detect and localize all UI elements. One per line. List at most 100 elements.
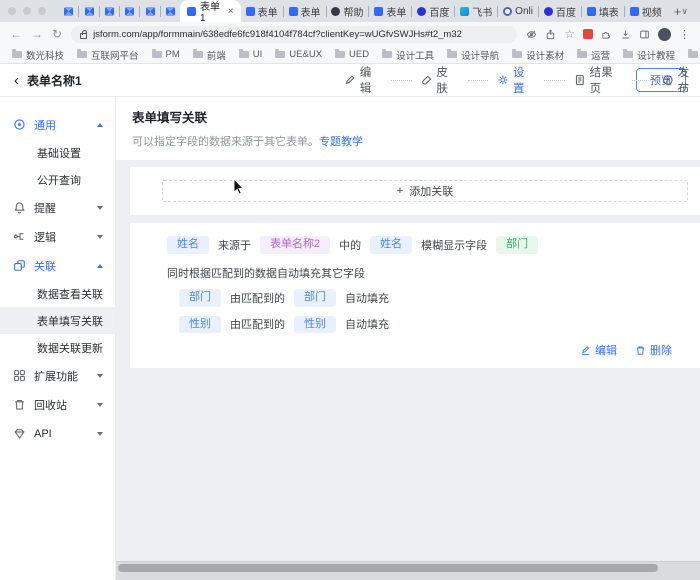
bookmark-item[interactable]: 设计素材 xyxy=(512,48,564,62)
active-tab[interactable]: 表单1 × xyxy=(180,0,241,22)
tab[interactable]: Onli xyxy=(498,0,538,22)
bookmark-item[interactable]: PM xyxy=(152,49,180,60)
sidebar-item-api[interactable]: API xyxy=(0,419,115,448)
bookmark-item[interactable]: 设计导航 xyxy=(447,48,499,62)
puzzle-extensions-icon[interactable] xyxy=(601,29,612,40)
pinned-tab[interactable] xyxy=(161,0,180,22)
bookmark-item[interactable]: 数光科技 xyxy=(12,48,64,62)
lock-icon xyxy=(80,33,87,39)
tab-favicon-icon xyxy=(331,7,340,16)
bookmark-label: UI xyxy=(253,49,263,60)
nav-settings[interactable]: 设置 xyxy=(497,64,535,96)
profile-avatar[interactable] xyxy=(658,28,671,41)
bookmark-item[interactable]: 互联网平台 xyxy=(77,48,139,62)
tab[interactable]: 表单 xyxy=(284,0,326,22)
pinned-tab[interactable] xyxy=(140,0,159,22)
bookmark-star-icon[interactable]: ☆ xyxy=(564,28,575,40)
tab[interactable]: 表单 xyxy=(369,0,411,22)
bookmark-item[interactable]: 运营 xyxy=(577,48,610,62)
tab[interactable]: 百度 xyxy=(539,0,581,22)
download-icon[interactable] xyxy=(620,29,631,40)
folder-icon xyxy=(577,51,587,58)
browser-menu-icon[interactable]: ⋮ xyxy=(679,28,690,41)
collapse-icon xyxy=(97,123,103,127)
bookmark-item[interactable]: 前端 xyxy=(193,48,226,62)
field-pill: 姓名 xyxy=(370,236,412,254)
side-panel-icon[interactable] xyxy=(639,29,650,40)
main-header: 表单填写关联 可以指定字段的数据来源于其它表单。专题教学 xyxy=(116,97,700,160)
bookmark-item[interactable]: 设计教程 xyxy=(623,48,675,62)
tab[interactable]: 百度 xyxy=(412,0,454,22)
tutorial-link[interactable]: 专题教学 xyxy=(319,136,363,148)
sidebar-item-reminder[interactable]: 提醒 xyxy=(0,193,115,222)
pinned-tab[interactable] xyxy=(100,0,119,22)
nav-label: 结果页 xyxy=(590,64,624,96)
address-bar[interactable]: jsform.com/app/formmain/638edfe6fc918f41… xyxy=(71,26,517,43)
add-relation-button[interactable]: + 添加关联 xyxy=(162,180,688,202)
sidebar-item-basic-settings[interactable]: 基础设置 xyxy=(0,139,115,166)
sidebar-item-data-view-relation[interactable]: 数据查看关联 xyxy=(0,280,115,307)
bookmark-item[interactable]: UE&UX xyxy=(275,49,322,60)
window-minimize-icon[interactable] xyxy=(23,7,31,15)
tab[interactable]: 飞书 xyxy=(455,0,497,22)
tab[interactable]: 填表 xyxy=(582,0,624,22)
tab[interactable]: 帮助 xyxy=(326,0,368,22)
pinned-tab[interactable] xyxy=(59,0,78,22)
window-controls[interactable] xyxy=(8,7,46,15)
sidebar-item-relation[interactable]: 关联 xyxy=(0,251,115,280)
back-icon[interactable]: ← xyxy=(10,28,22,40)
relation-text: 来源于 xyxy=(218,237,251,253)
sidebar-item-logic[interactable]: 逻辑 xyxy=(0,222,115,251)
pinned-tab[interactable] xyxy=(79,0,98,22)
sidebar-item-form-fill-relation[interactable]: 表单填写关联 xyxy=(0,307,115,334)
bookmark-label: PM xyxy=(166,49,180,60)
window-zoom-icon[interactable] xyxy=(38,7,46,15)
nav-edit[interactable]: 编辑 xyxy=(344,64,382,96)
edit-relation-button[interactable]: 编辑 xyxy=(580,342,617,358)
nav-label: 编辑 xyxy=(360,64,382,96)
window-close-icon[interactable] xyxy=(8,7,16,15)
bookmark-item[interactable]: 设计工具 xyxy=(382,48,434,62)
bookmark-item[interactable]: UED xyxy=(335,49,369,60)
pinned-tab[interactable] xyxy=(120,0,139,22)
grid-icon xyxy=(13,369,26,382)
folder-icon xyxy=(152,51,162,58)
extension-red-icon[interactable] xyxy=(583,29,593,39)
branch-icon xyxy=(13,230,26,243)
horizontal-scrollbar[interactable] xyxy=(116,561,700,580)
sidebar-label: 数据查看关联 xyxy=(37,286,103,302)
bell-icon xyxy=(13,201,26,214)
back-chevron-icon[interactable]: ‹ xyxy=(14,72,19,89)
tab-overflow-icon[interactable]: ∨ xyxy=(681,6,688,17)
tab[interactable]: 表单 xyxy=(241,0,283,22)
sidebar-item-recycle-bin[interactable]: 回收站 xyxy=(0,390,115,419)
share-icon[interactable] xyxy=(545,29,556,40)
scrollbar-thumb[interactable] xyxy=(118,564,658,572)
bookmark-item[interactable]: UI xyxy=(239,49,263,60)
add-relation-card: + 添加关联 xyxy=(130,167,700,215)
relation-actions: 编辑 删除 xyxy=(167,342,672,358)
folder-icon xyxy=(382,51,392,58)
sidebar-item-public-query[interactable]: 公开查询 xyxy=(0,166,115,193)
sidebar-item-extensions[interactable]: 扩展功能 xyxy=(0,361,115,390)
sidebar-item-general[interactable]: 通用 xyxy=(0,110,115,139)
plus-icon: + xyxy=(397,185,403,197)
bookmark-item[interactable]: 平面设计 xyxy=(688,48,700,62)
eye-off-icon[interactable] xyxy=(526,29,537,40)
tab-close-icon[interactable]: × xyxy=(228,6,234,17)
nav-publish[interactable]: 发布 xyxy=(662,64,700,96)
toolbar-actions: ☆ ⋮ xyxy=(526,28,690,41)
page-title: 表单填写关联 xyxy=(132,107,684,126)
tab[interactable]: 视频 xyxy=(625,0,667,22)
nav-skin[interactable]: 皮肤 xyxy=(421,64,459,96)
sidebar-item-data-relation-update[interactable]: 数据关联更新 xyxy=(0,334,115,361)
delete-relation-button[interactable]: 删除 xyxy=(635,342,672,358)
relation-source-row: 姓名 来源于 表单名称2 中的 姓名 模糊显示字段 部门 xyxy=(167,236,672,254)
nav-results[interactable]: 结果页 xyxy=(574,64,623,96)
forward-icon[interactable]: → xyxy=(31,28,43,40)
edit-label: 编辑 xyxy=(595,342,617,358)
tab-label: 表单 xyxy=(258,4,278,19)
new-tab-button[interactable]: + xyxy=(674,4,682,19)
tab-label: 填表 xyxy=(599,4,619,19)
reload-icon[interactable]: ↻ xyxy=(52,28,62,40)
